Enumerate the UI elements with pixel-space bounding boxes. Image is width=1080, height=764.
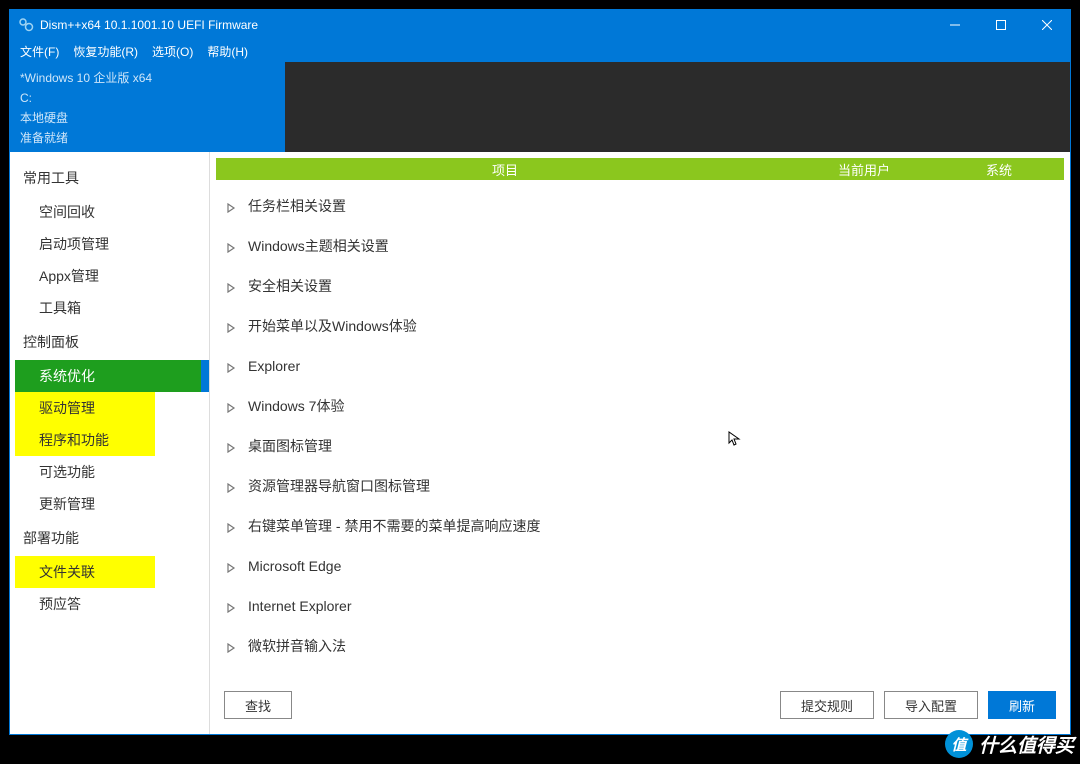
col-project: 项目 (216, 160, 794, 179)
close-button[interactable] (1024, 10, 1070, 40)
sidebar-item[interactable]: Appx管理 (15, 260, 209, 292)
import-config-button[interactable]: 导入配置 (884, 691, 978, 719)
window-title: Dism++x64 10.1.1001.10 UEFI Firmware (40, 18, 258, 32)
menu-file[interactable]: 文件(F) (20, 43, 59, 60)
info-bar: *Windows 10 企业版 x64 C: 本地硬盘 准备就绪 (10, 62, 1070, 152)
tree-item-label: 桌面图标管理 (248, 436, 332, 456)
app-icon (18, 17, 34, 33)
sidebar-group-header: 部署功能 (15, 520, 209, 556)
maximize-button[interactable] (978, 10, 1024, 40)
menu-help[interactable]: 帮助(H) (207, 43, 248, 60)
expand-arrow-icon (226, 520, 238, 532)
tree-item-label: 右键菜单管理 - 禁用不需要的菜单提高响应速度 (248, 516, 540, 536)
main-panel: 项目 当前用户 系统 任务栏相关设置 Windows主题相关设置安全相关设置开始菜… (210, 152, 1070, 734)
menu-recovery[interactable]: 恢复功能(R) (73, 43, 138, 60)
sidebar-group-header: 控制面板 (15, 324, 209, 360)
os-info-panel[interactable]: *Windows 10 企业版 x64 C: 本地硬盘 准备就绪 (10, 62, 285, 152)
expand-arrow-icon (226, 480, 238, 492)
tree-item[interactable]: 微软拼音输入法 (216, 626, 1064, 666)
drive-letter: C: (20, 88, 275, 108)
tree-item-label: 微软拼音输入法 (248, 636, 346, 656)
expand-arrow-icon (226, 200, 238, 212)
column-header: 项目 当前用户 系统 (216, 158, 1064, 180)
tree-item[interactable]: Microsoft Edge (216, 546, 1064, 586)
tree-item[interactable]: 安全相关设置 (216, 266, 1064, 306)
tree-item-label: Microsoft Edge (248, 558, 341, 574)
tree-item[interactable]: Internet Explorer (216, 586, 1064, 626)
tree-item-label: Internet Explorer (248, 598, 352, 614)
tree-item[interactable]: 资源管理器导航窗口图标管理 (216, 466, 1064, 506)
find-button[interactable]: 查找 (224, 691, 292, 719)
footer-bar: 查找 提交规则 导入配置 刷新 (216, 684, 1064, 734)
sidebar-item[interactable]: 空间回收 (15, 196, 209, 228)
expand-arrow-icon (226, 280, 238, 292)
sidebar-item[interactable]: 预应答 (15, 588, 209, 620)
status-text: 准备就绪 (20, 128, 275, 148)
refresh-button[interactable]: 刷新 (988, 691, 1056, 719)
expand-arrow-icon (226, 360, 238, 372)
watermark: 值 什么值得买 (945, 730, 1074, 758)
tree-item-label: Windows 7体验 (248, 396, 344, 416)
tree-item-label: 任务栏相关设置 (248, 196, 346, 216)
sidebar-group-header: 常用工具 (15, 160, 209, 196)
sidebar-item[interactable]: 更新管理 (15, 488, 209, 520)
sidebar-item[interactable]: 启动项管理 (15, 228, 209, 260)
tree-item-label: Windows主题相关设置 (248, 236, 389, 256)
tree-item[interactable]: Explorer (216, 346, 1064, 386)
col-system: 系统 (934, 160, 1064, 179)
tree-item-label: Explorer (248, 358, 300, 374)
sidebar: 常用工具空间回收启动项管理Appx管理工具箱控制面板系统优化驱动管理程序和功能可… (15, 152, 210, 734)
sidebar-item[interactable]: 驱动管理 (15, 392, 155, 424)
expand-arrow-icon (226, 440, 238, 452)
info-dark-panel (285, 62, 1070, 152)
tree-item[interactable]: 桌面图标管理 (216, 426, 1064, 466)
settings-tree[interactable]: 任务栏相关设置 Windows主题相关设置安全相关设置开始菜单以及Windows体… (216, 180, 1064, 684)
sidebar-item[interactable]: 系统优化 (15, 360, 209, 392)
tree-item[interactable]: Windows主题相关设置 (216, 226, 1064, 266)
tree-item[interactable]: 任务栏相关设置 (216, 186, 1064, 226)
tree-item-label: 开始菜单以及Windows体验 (248, 316, 417, 336)
sidebar-item[interactable]: 文件关联 (15, 556, 155, 588)
sidebar-item[interactable]: 可选功能 (15, 456, 209, 488)
watermark-text: 什么值得买 (979, 731, 1074, 758)
titlebar: Dism++x64 10.1.1001.10 UEFI Firmware (10, 10, 1070, 40)
disk-type: 本地硬盘 (20, 108, 275, 128)
col-user: 当前用户 (794, 160, 934, 179)
expand-arrow-icon (226, 240, 238, 252)
tree-item-label: 资源管理器导航窗口图标管理 (248, 476, 430, 496)
menu-options[interactable]: 选项(O) (152, 43, 193, 60)
expand-arrow-icon (226, 560, 238, 572)
expand-arrow-icon (226, 640, 238, 652)
tree-item[interactable]: Windows 7体验 (216, 386, 1064, 426)
sidebar-item[interactable]: 程序和功能 (15, 424, 155, 456)
expand-arrow-icon (226, 600, 238, 612)
minimize-button[interactable] (932, 10, 978, 40)
tree-item-label: 安全相关设置 (248, 276, 332, 296)
menubar: 文件(F) 恢复功能(R) 选项(O) 帮助(H) (10, 40, 1070, 62)
os-name: *Windows 10 企业版 x64 (20, 68, 275, 88)
watermark-badge: 值 (945, 730, 973, 758)
submit-rule-button[interactable]: 提交规则 (780, 691, 874, 719)
sidebar-item[interactable]: 工具箱 (15, 292, 209, 324)
expand-arrow-icon (226, 400, 238, 412)
tree-item[interactable]: 开始菜单以及Windows体验 (216, 306, 1064, 346)
tree-item[interactable]: 右键菜单管理 - 禁用不需要的菜单提高响应速度 (216, 506, 1064, 546)
expand-arrow-icon (226, 320, 238, 332)
